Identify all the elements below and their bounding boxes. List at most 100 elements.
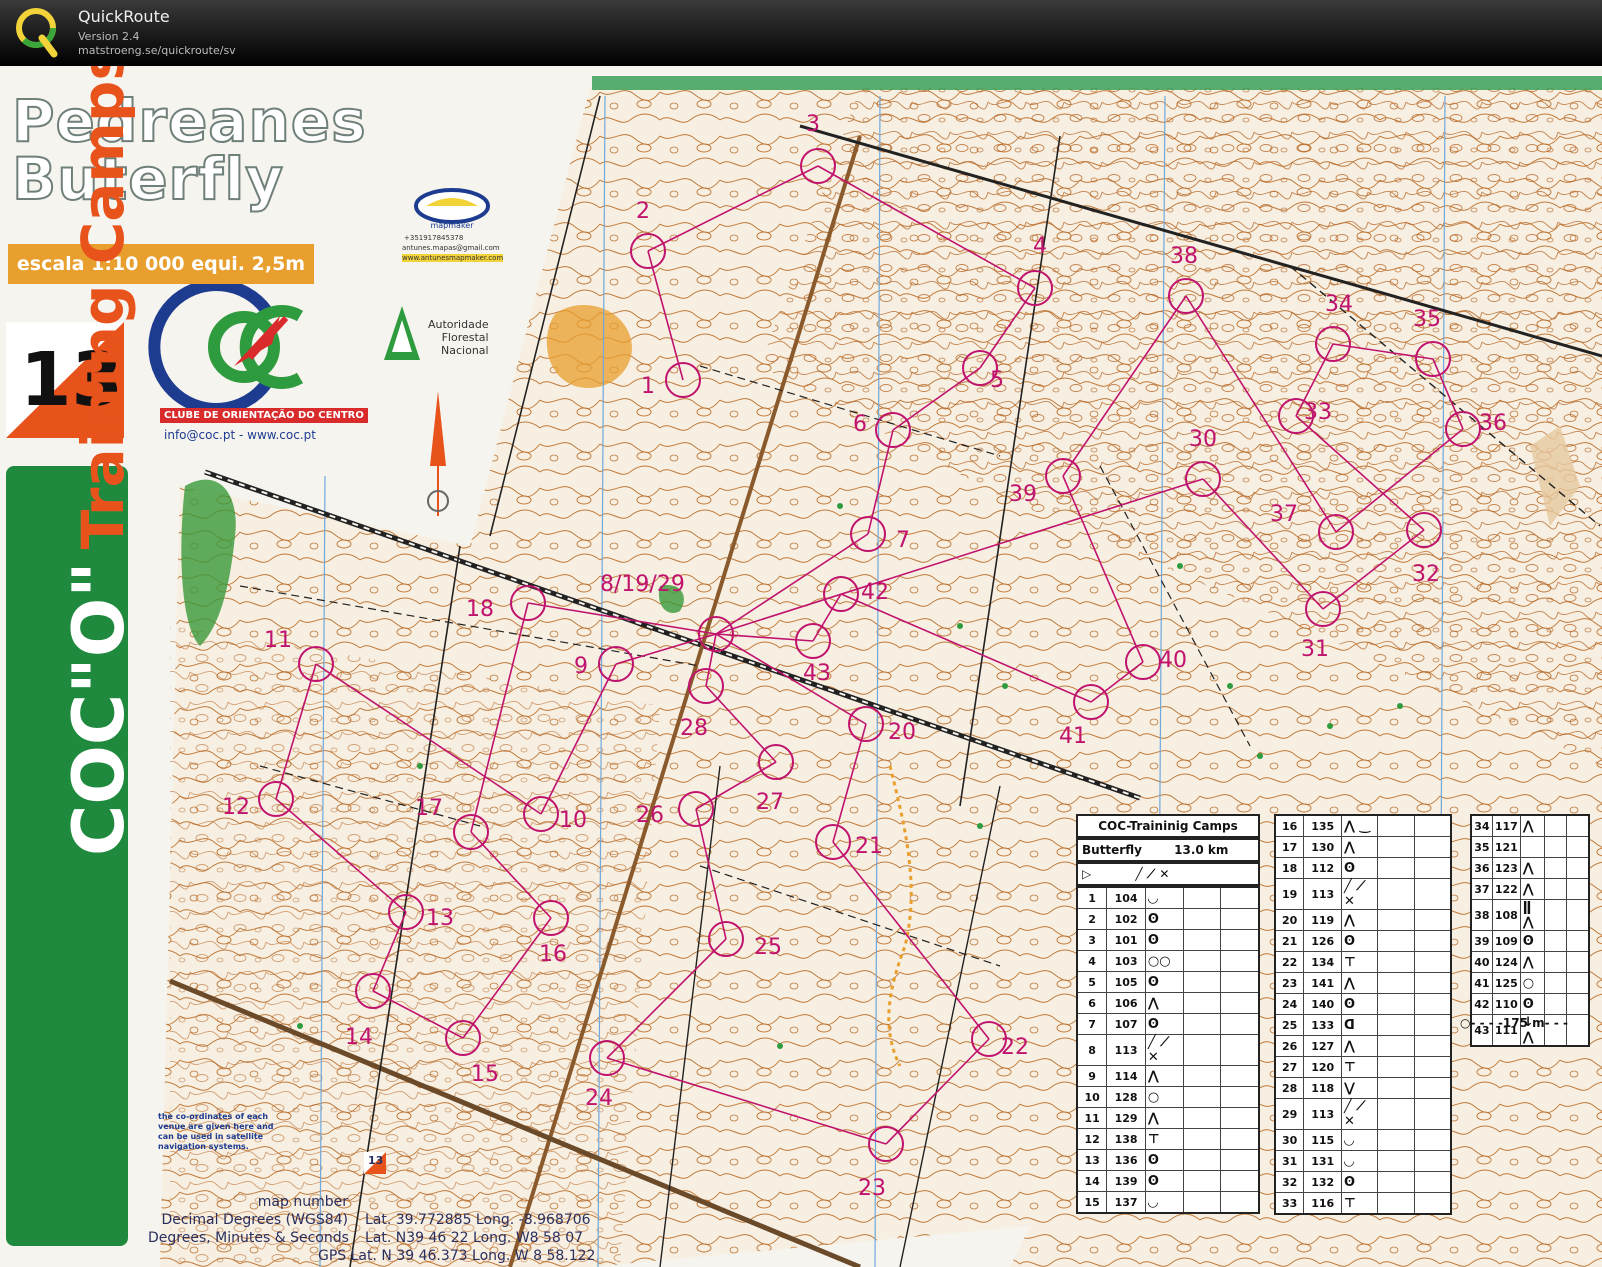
control-symbol bbox=[1566, 1014, 1590, 1047]
club-caption: CLUBE DE ORIENTAÇÃO DO CENTRO bbox=[160, 408, 368, 423]
control-seq: 19 bbox=[1274, 878, 1305, 910]
control-symbol: ʘ bbox=[1144, 908, 1185, 930]
control-code: 129 bbox=[1106, 1107, 1146, 1129]
control-symbol bbox=[1377, 1077, 1415, 1099]
control-symbol bbox=[1413, 878, 1452, 910]
description-row: 41 125 ○ bbox=[1470, 972, 1590, 994]
description-row: 23 141 ⋀ bbox=[1274, 972, 1452, 994]
orienteering-map[interactable]: mapmaker Pedreanes Buterfly escala 1:10 … bbox=[0, 66, 1602, 1267]
description-row: 13 136 ʘ bbox=[1076, 1149, 1260, 1171]
authority-name: Autoridade Florestal Nacional bbox=[428, 318, 489, 357]
control-symbol bbox=[1220, 1191, 1260, 1214]
control-seq: 2 bbox=[1076, 908, 1108, 930]
description-row: 4 103 ○○ bbox=[1076, 950, 1260, 972]
control-seq: 20 bbox=[1274, 909, 1305, 931]
control-symbol bbox=[1566, 878, 1590, 900]
control-symbol: ᗡ bbox=[1340, 1014, 1379, 1036]
course-name: Butterfly bbox=[1082, 843, 1142, 857]
course-length: 13.0 km bbox=[1174, 843, 1229, 857]
control-symbol bbox=[1220, 992, 1260, 1014]
description-row: 3 101 ʘ bbox=[1076, 929, 1260, 951]
control-seq: 1 bbox=[1076, 886, 1108, 909]
club-contact: info@coc.pt - www.coc.pt bbox=[164, 428, 316, 442]
control-symbol bbox=[1544, 857, 1568, 879]
control-code: 102 bbox=[1106, 908, 1146, 930]
control-seq: 4 bbox=[1076, 950, 1108, 972]
control-number: 2 bbox=[636, 199, 650, 224]
control-number: 18 bbox=[466, 597, 494, 622]
authority-line2: Florestal bbox=[441, 331, 489, 344]
control-number: 7 bbox=[896, 528, 910, 553]
control-symbol bbox=[1183, 1034, 1222, 1066]
control-symbol bbox=[1183, 1013, 1222, 1035]
decimal-degrees-value: Lat. 39.772885 Long. -8.968706 bbox=[365, 1212, 591, 1228]
control-number: 15 bbox=[471, 1062, 499, 1087]
control-symbol: ⋀ bbox=[1519, 878, 1546, 900]
control-seq: 30 bbox=[1274, 1129, 1305, 1151]
control-number: 12 bbox=[222, 795, 250, 820]
control-seq: 32 bbox=[1274, 1171, 1305, 1193]
control-symbol bbox=[1413, 814, 1452, 837]
control-code: 113 bbox=[1303, 878, 1342, 910]
control-symbol bbox=[1413, 1035, 1452, 1057]
dms-label: Degrees, Minutes & Seconds bbox=[148, 1230, 349, 1246]
mapmaker-phone: +351917845378 bbox=[404, 234, 464, 242]
description-row: 24 140 ʘ bbox=[1274, 993, 1452, 1015]
description-row: 27 120 ⊤ bbox=[1274, 1056, 1452, 1078]
control-code: 113 bbox=[1303, 1098, 1342, 1130]
control-symbol bbox=[1377, 1035, 1415, 1057]
banner-text: COC"O" Training Camps bbox=[58, 66, 140, 856]
app-url[interactable]: matstroeng.se/quickroute/sv bbox=[78, 44, 236, 57]
description-row: 38 108 ǁ ⋀ bbox=[1470, 899, 1590, 931]
control-symbol bbox=[1183, 1107, 1222, 1129]
control-number: 36 bbox=[1479, 411, 1507, 436]
control-symbol: ◡ bbox=[1340, 1129, 1379, 1151]
control-number: 6 bbox=[853, 412, 867, 437]
description-table-1: 1 104 ◡ 2 102 ʘ 3 101 ʘ 4 103 ○○ 5 105 ʘ 6 106 ⋀ 7 107 ʘ 8 113… bbox=[1076, 886, 1260, 1214]
control-symbol bbox=[1566, 972, 1590, 994]
control-symbol bbox=[1413, 857, 1452, 879]
control-symbol: ⋀ bbox=[1144, 1107, 1185, 1129]
control-code: 132 bbox=[1303, 1171, 1342, 1193]
control-symbol bbox=[1544, 972, 1568, 994]
control-code: 122 bbox=[1491, 878, 1521, 900]
control-number: 34 bbox=[1325, 292, 1353, 317]
control-symbol: ⋀ ‿ bbox=[1340, 814, 1379, 837]
control-code: 101 bbox=[1106, 929, 1146, 951]
control-seq: 10 bbox=[1076, 1086, 1108, 1108]
control-symbol: ǁ ⋀ bbox=[1519, 899, 1546, 931]
control-number: 43 bbox=[803, 661, 831, 686]
control-symbol bbox=[1566, 857, 1590, 879]
control-code: 126 bbox=[1303, 930, 1342, 952]
control-symbol bbox=[1413, 1014, 1452, 1036]
description-row: 1 104 ◡ bbox=[1076, 886, 1260, 909]
control-symbol bbox=[1183, 886, 1222, 909]
control-code: 127 bbox=[1303, 1035, 1342, 1057]
control-number: 22 bbox=[1001, 1035, 1029, 1060]
control-symbol: ⋀ bbox=[1340, 1035, 1379, 1057]
control-seq: 13 bbox=[1076, 1149, 1108, 1171]
control-symbol bbox=[1220, 1065, 1260, 1087]
control-code: 123 bbox=[1491, 857, 1521, 879]
control-number: 4 bbox=[1033, 234, 1047, 259]
control-symbol: ╱ ⟋ ✕ bbox=[1340, 878, 1379, 910]
control-symbol bbox=[1220, 1086, 1260, 1108]
control-seq: 16 bbox=[1274, 814, 1305, 837]
control-seq: 17 bbox=[1274, 836, 1305, 858]
control-seq: 15 bbox=[1076, 1191, 1108, 1214]
control-code: 104 bbox=[1106, 886, 1146, 909]
control-symbol: ʘ bbox=[1340, 993, 1379, 1015]
control-code: 125 bbox=[1491, 972, 1521, 994]
control-symbol bbox=[1544, 930, 1568, 952]
quickroute-title-bar: QuickRoute Version 2.4 matstroeng.se/qui… bbox=[0, 0, 1602, 66]
control-symbol bbox=[1183, 1065, 1222, 1087]
control-seq: 35 bbox=[1470, 836, 1493, 858]
control-symbol bbox=[1377, 1192, 1415, 1215]
control-seq: 28 bbox=[1274, 1077, 1305, 1099]
control-symbol bbox=[1220, 886, 1260, 909]
control-seq: 3 bbox=[1076, 929, 1108, 951]
description-row: 31 131 ◡ bbox=[1274, 1150, 1452, 1172]
description-row: 39 109 ʘ bbox=[1470, 930, 1590, 952]
description-row: 42 110 ʘ bbox=[1470, 993, 1590, 1015]
control-number: 20 bbox=[888, 720, 916, 745]
